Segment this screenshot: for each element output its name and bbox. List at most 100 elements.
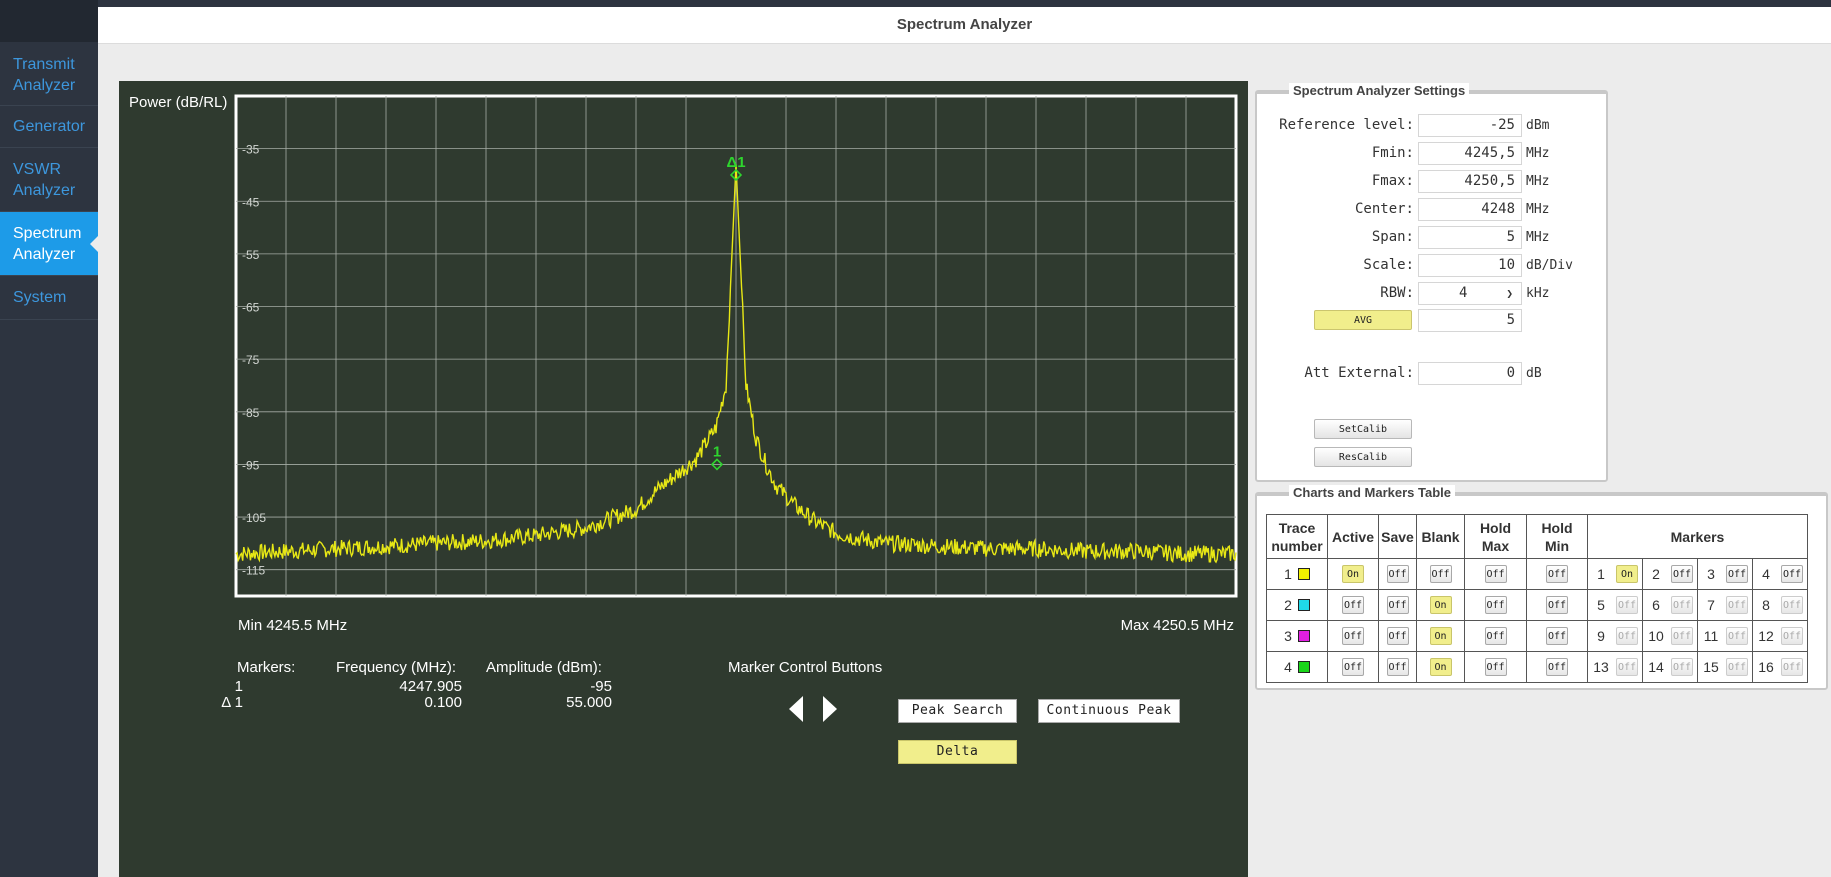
marker-cell: 11 Off <box>1697 620 1753 652</box>
marker-toggle[interactable]: Off <box>1781 565 1803 583</box>
active-toggle[interactable]: Off <box>1342 627 1364 645</box>
y-tick-label: -95 <box>242 458 260 472</box>
marker-toggle[interactable]: Off <box>1616 627 1638 645</box>
blank-toggle[interactable]: On <box>1429 658 1452 676</box>
fmin-unit: MHz <box>1526 146 1550 161</box>
readout-frequency-header: Frequency (MHz): <box>336 659 457 676</box>
blank-toggle[interactable]: On <box>1429 627 1452 645</box>
active-toggle[interactable]: Off <box>1342 596 1364 614</box>
marker-number: 9 <box>1597 628 1605 644</box>
hold-max-toggle[interactable]: Off <box>1484 658 1507 676</box>
fmin-label: Fmin: <box>1371 145 1414 161</box>
settings-panel: Spectrum Analyzer Settings Reference lev… <box>1255 83 1608 482</box>
avg-input[interactable]: 5 <box>1418 309 1522 332</box>
center-input[interactable]: 4248 <box>1418 198 1522 221</box>
span-input[interactable]: 5 <box>1418 226 1522 249</box>
sidebar-item-label: VSWR Analyzer <box>13 160 76 199</box>
marker-toggle[interactable]: Off <box>1726 565 1748 583</box>
rescalib-button[interactable]: ResCalib <box>1314 447 1412 467</box>
hold-min-toggle-cell: Off <box>1526 620 1588 652</box>
hold-max-toggle-cell: Off <box>1464 620 1527 652</box>
marker-toggle[interactable]: Off <box>1671 596 1693 614</box>
marker-cell: 7 Off <box>1697 589 1753 621</box>
marker-toggle[interactable]: Off <box>1726 596 1748 614</box>
peak-search-button[interactable]: Peak Search <box>898 699 1017 723</box>
scale-input[interactable]: 10 <box>1418 254 1522 277</box>
fmin-input[interactable]: 4245,5 <box>1418 142 1522 165</box>
att-external-input[interactable]: 0 <box>1418 362 1522 385</box>
center-unit: MHz <box>1526 202 1550 217</box>
avg-button[interactable]: AVG <box>1314 310 1412 330</box>
continuous-peak-button[interactable]: Continuous Peak <box>1038 699 1180 723</box>
marker-toggle[interactable]: Off <box>1616 596 1638 614</box>
blank-toggle[interactable]: Off <box>1429 565 1452 583</box>
save-toggle[interactable]: Off <box>1386 596 1409 614</box>
save-toggle[interactable]: Off <box>1386 565 1409 583</box>
sidebar-item-spectrum-analyzer[interactable]: Spectrum Analyzer <box>0 212 98 276</box>
hold-max-toggle[interactable]: Off <box>1484 627 1507 645</box>
marker-toggle[interactable]: Off <box>1671 658 1693 676</box>
header-blank: Blank <box>1416 514 1465 559</box>
marker-cell: 4 Off <box>1752 558 1808 590</box>
marker-toggle[interactable]: Off <box>1726 627 1748 645</box>
delta-button[interactable]: Delta <box>898 740 1017 764</box>
save-toggle-cell: Off <box>1378 651 1417 683</box>
marker-toggle[interactable]: Off <box>1781 596 1803 614</box>
active-toggle-cell: Off <box>1327 589 1379 621</box>
span-unit: MHz <box>1526 230 1550 245</box>
save-toggle-cell: Off <box>1378 558 1417 590</box>
save-toggle[interactable]: Off <box>1386 627 1409 645</box>
scale-unit: dB/Div <box>1526 258 1573 273</box>
marker-toggle[interactable]: Off <box>1781 627 1803 645</box>
sidebar-item-generator[interactable]: Generator <box>0 106 98 148</box>
marker-cell: 3 Off <box>1697 558 1753 590</box>
sidebar-item-label: System <box>13 289 67 306</box>
marker-number: 10 <box>1648 628 1664 644</box>
spectrum-chart[interactable]: Power (dB/RL) -35 -45 -55 -65 -75 -85 -95 -105 -… <box>119 81 1248 877</box>
hold-min-toggle-cell: Off <box>1526 558 1588 590</box>
marker-toggle[interactable]: Off <box>1671 565 1693 583</box>
setcalib-button[interactable]: SetCalib <box>1314 419 1412 439</box>
hold-min-toggle[interactable]: Off <box>1546 658 1568 676</box>
header-hold-max: Hold Max <box>1464 514 1527 559</box>
blank-toggle-cell: On <box>1416 651 1465 683</box>
active-toggle[interactable]: Off <box>1342 658 1364 676</box>
marker-toggle[interactable]: Off <box>1726 658 1748 676</box>
reference-level-input[interactable]: -25 <box>1418 114 1522 137</box>
marker-toggle[interactable]: Off <box>1671 627 1693 645</box>
marker-number: 14 <box>1648 659 1664 675</box>
hold-min-toggle[interactable]: Off <box>1546 565 1568 583</box>
hold-min-toggle[interactable]: Off <box>1546 596 1568 614</box>
sidebar-item-vswr-analyzer[interactable]: VSWR Analyzer <box>0 148 98 212</box>
hold-max-toggle[interactable]: Off <box>1484 565 1507 583</box>
sidebar-logo-area <box>0 0 98 42</box>
readout-row-1-name: 1 <box>234 678 243 695</box>
header-holdmin-line2: Min <box>1544 537 1570 554</box>
header-holdmin-line1: Hold <box>1541 519 1573 536</box>
readout-row-2-amplitude: 55.000 <box>566 694 612 711</box>
header-trace-line1: Trace <box>1278 519 1316 536</box>
trace-color-swatch <box>1297 661 1310 673</box>
hold-max-toggle[interactable]: Off <box>1484 596 1507 614</box>
marker-number: 8 <box>1762 597 1770 613</box>
active-toggle[interactable]: On <box>1342 565 1364 583</box>
save-toggle[interactable]: Off <box>1386 658 1409 676</box>
marker-toggle[interactable]: On <box>1616 565 1638 583</box>
active-toggle-cell: Off <box>1327 651 1379 683</box>
fmax-input[interactable]: 4250,5 <box>1418 170 1522 193</box>
marker-toggle[interactable]: Off <box>1616 658 1638 676</box>
sidebar-item-transmit-analyzer[interactable]: Transmit Analyzer <box>0 44 98 106</box>
blank-toggle[interactable]: On <box>1429 596 1452 614</box>
hold-min-toggle[interactable]: Off <box>1546 627 1568 645</box>
marker-number: 5 <box>1597 597 1605 613</box>
rbw-select[interactable]: 4 ❯ <box>1418 282 1522 305</box>
marker-number: 1 <box>1597 566 1605 582</box>
header-active: Active <box>1327 514 1379 559</box>
sidebar-item-system[interactable]: System <box>0 276 98 320</box>
marker-next-arrow-icon[interactable] <box>823 696 837 722</box>
marker-cell: 10 Off <box>1642 620 1698 652</box>
marker-toggle[interactable]: Off <box>1781 658 1803 676</box>
marker-prev-arrow-icon[interactable] <box>789 696 803 722</box>
header-save: Save <box>1378 514 1417 559</box>
scale-label: Scale: <box>1363 257 1414 273</box>
